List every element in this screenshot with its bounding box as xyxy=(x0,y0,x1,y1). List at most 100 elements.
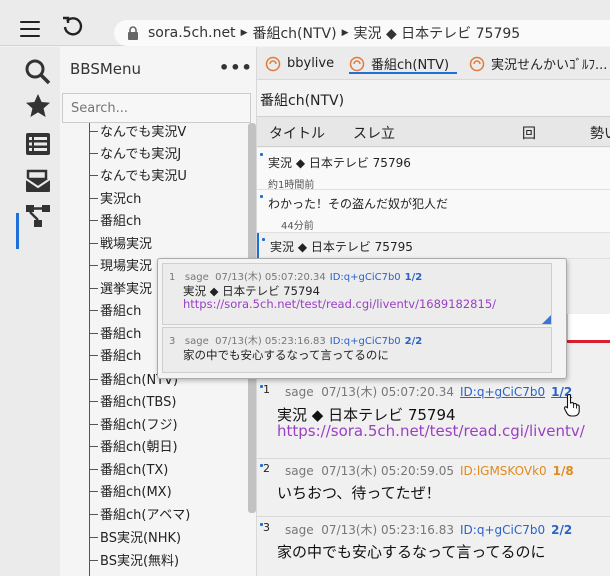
post-id[interactable]: ID:lGMSKOVk0 xyxy=(460,464,547,478)
tab-bar: bbylive 番組ch(NTV) 実況せんかいｺﾞﾙﾌ... xyxy=(257,47,610,80)
thread-row[interactable]: わかった！その盗んだ奴が犯人だ 44分前 xyxy=(257,190,610,233)
top-toolbar: sora.5ch.net ▶ 番組ch(NTV) ▶ 実況 ◆ 日本テレビ 75… xyxy=(0,0,610,46)
post-id-count[interactable]: 2/2 xyxy=(551,523,572,537)
sidebar-item-board[interactable]: 番組ch(TBS) xyxy=(89,391,176,413)
unread-dot-icon xyxy=(260,195,263,198)
sidebar-item-board[interactable]: 番組ch xyxy=(89,345,141,367)
active-indicator xyxy=(16,213,19,249)
sidebar-item-board[interactable]: 番組ch(TX) xyxy=(89,459,168,481)
thread-title: わかった！その盗んだ奴が犯人だ xyxy=(268,197,449,211)
tab-golf[interactable]: 実況せんかいｺﾞﾙﾌ... xyxy=(469,47,607,80)
thread-row-selected[interactable]: 実況 ◆ 日本テレビ 75795 xyxy=(257,233,610,259)
sidebar-item-board[interactable]: なんでも実況U xyxy=(90,165,187,187)
post-name: sage xyxy=(285,523,314,537)
sidebar-search-input[interactable] xyxy=(62,93,251,123)
sidebar-item-board[interactable]: 番組ch(フジ) xyxy=(90,414,178,436)
post-id[interactable]: ID:q+gCiC7b0 xyxy=(330,272,401,283)
post-id[interactable]: ID:q+gCiC7b0 xyxy=(460,385,545,399)
unread-dot-icon xyxy=(262,238,265,241)
thread-age: 約1時間前 xyxy=(268,180,315,191)
post-number[interactable]: 3 xyxy=(260,521,270,534)
reload-icon[interactable] xyxy=(60,15,84,39)
url-board[interactable]: 番組ch(NTV) xyxy=(252,23,336,43)
search-icon[interactable] xyxy=(24,58,52,86)
post-header: sage 07/13(木) 05:23:16.83 ID:q+gCiC7b0 2/2 xyxy=(285,521,572,538)
address-bar[interactable]: sora.5ch.net ▶ 番組ch(NTV) ▶ 実況 ◆ 日本テレビ 75… xyxy=(114,20,610,46)
board-tab-icon xyxy=(349,56,365,71)
sidebar-item-board[interactable]: 実況ch xyxy=(89,188,141,210)
column-title[interactable]: タイトル xyxy=(269,123,325,143)
sidebar-item-board[interactable]: 番組ch xyxy=(89,210,141,232)
tab-label: 番組ch(NTV) xyxy=(371,58,450,73)
post-id-count[interactable]: 2/2 xyxy=(405,336,423,347)
hand-pointer-cursor-icon xyxy=(563,393,580,417)
popup-post: 1 sage 07/13(木) 05:07:20.34 ID:q+gCiC7b0 1… xyxy=(162,263,552,325)
url-host: sora.5ch.net xyxy=(148,25,236,41)
post-name: sage xyxy=(184,272,209,283)
board-title: 番組ch(NTV) xyxy=(260,93,345,109)
hamburger-menu-icon[interactable] xyxy=(20,21,40,37)
popup-post-link[interactable]: https://sora.5ch.net/test/read.cgi/liven… xyxy=(183,297,496,311)
thread-title: 実況 ◆ 日本テレビ 75796 xyxy=(268,156,411,170)
sidebar-item-board[interactable]: 番組ch(MX) xyxy=(90,481,172,503)
post-link[interactable]: https://sora.5ch.net/test/read.cgi/liven… xyxy=(277,422,585,440)
new-posts-marker xyxy=(567,340,610,343)
favorites-star-icon[interactable] xyxy=(24,92,52,120)
sidebar-item-board[interactable]: 選挙実況 xyxy=(89,278,152,300)
sidebar-item-board[interactable]: なんでも実況V xyxy=(89,123,186,143)
tab-label: 実況せんかいｺﾞﾙﾌ... xyxy=(491,58,608,73)
breadcrumb-arrow-icon: ▶ xyxy=(240,28,248,38)
mail-inbox-icon[interactable] xyxy=(24,167,52,195)
activity-bar xyxy=(0,47,60,576)
post-body: いちおつ、待ってたぜ！ xyxy=(277,484,441,502)
tab-ntv[interactable]: 番組ch(NTV) xyxy=(349,47,449,80)
sidebar-item-board[interactable]: なんでも実況J xyxy=(89,143,181,165)
popup-post-header: 1 sage 07/13(木) 05:07:20.34 ID:q+gCiC7b0 1… xyxy=(169,268,422,283)
sidebar-item-board[interactable]: 番組ch(アベマ) xyxy=(89,504,190,526)
post-header: sage 07/13(木) 05:07:20.34 ID:q+gCiC7b0 1/2 xyxy=(285,383,572,400)
more-options-icon[interactable]: ••• xyxy=(219,58,253,77)
popup-post-body: 家の中でも安心するなって言ってるのに xyxy=(183,348,389,362)
post-id-count[interactable]: 1/8 xyxy=(553,464,574,478)
sidebar-item-board[interactable]: 番組ch xyxy=(89,300,141,322)
post-id-count[interactable]: 1/2 xyxy=(405,272,423,283)
column-created[interactable]: スレ立 xyxy=(353,123,395,143)
sidebar-item-board[interactable]: 番組ch xyxy=(89,323,141,345)
sidebar-title: BBSMenu xyxy=(70,60,142,78)
column-speed[interactable]: 勢い xyxy=(590,123,610,143)
breadcrumb-arrow-icon: ▶ xyxy=(341,28,349,38)
post-date: 07/13(木) 05:07:20.34 xyxy=(215,272,326,283)
sidebar-item-board[interactable]: BS実況(無料) xyxy=(89,550,179,572)
unread-dot-icon xyxy=(260,153,263,156)
thread-view-panel xyxy=(567,314,610,340)
url-thread[interactable]: 実況 ◆ 日本テレビ 75795 xyxy=(354,23,521,43)
active-tab-indicator xyxy=(349,72,457,74)
post-name: sage xyxy=(285,464,314,478)
post: 2 sage 07/13(木) 05:20:59.05 ID:lGMSKOVk0 1… xyxy=(257,462,610,518)
post-date: 07/13(木) 05:23:16.83 xyxy=(215,336,326,347)
post-id[interactable]: ID:q+gCiC7b0 xyxy=(460,523,545,537)
post-separator xyxy=(257,516,610,517)
tab-bbylive[interactable]: bbylive xyxy=(265,47,334,80)
post-name: sage xyxy=(184,336,209,347)
network-tree-icon[interactable] xyxy=(24,202,52,230)
list-icon[interactable] xyxy=(24,130,52,158)
post-number: 3 xyxy=(169,336,176,347)
post-number[interactable]: 1 xyxy=(260,383,270,396)
tab-label: bbylive xyxy=(287,56,335,71)
column-count[interactable]: 回 xyxy=(522,123,536,143)
sidebar-item-board[interactable]: 番組ch(朝日) xyxy=(90,436,178,458)
sidebar-item-board[interactable]: BS実況(NHK) xyxy=(89,527,181,549)
post-id[interactable]: ID:q+gCiC7b0 xyxy=(330,336,401,347)
thread-list-header: タイトル スレ立 回 勢い xyxy=(257,116,610,147)
thread-row[interactable]: 実況 ◆ 日本テレビ 75796 約1時間前 xyxy=(257,148,610,191)
post-date: 07/13(木) 05:20:59.05 xyxy=(321,464,454,478)
post-body: 家の中でも安心するなって言ってるのに xyxy=(277,543,546,561)
thread-title: 実況 ◆ 日本テレビ 75795 xyxy=(270,240,413,254)
sidebar-item-board[interactable]: 戦場実況 xyxy=(89,233,152,255)
post: 1 sage 07/13(木) 05:07:20.34 ID:q+gCiC7b0 1… xyxy=(257,383,610,455)
sidebar-item-board[interactable]: 現場実況 xyxy=(89,255,152,277)
post-number[interactable]: 2 xyxy=(260,462,270,475)
resize-handle-icon[interactable] xyxy=(542,315,551,324)
thread-age: 44分前 xyxy=(281,221,314,232)
